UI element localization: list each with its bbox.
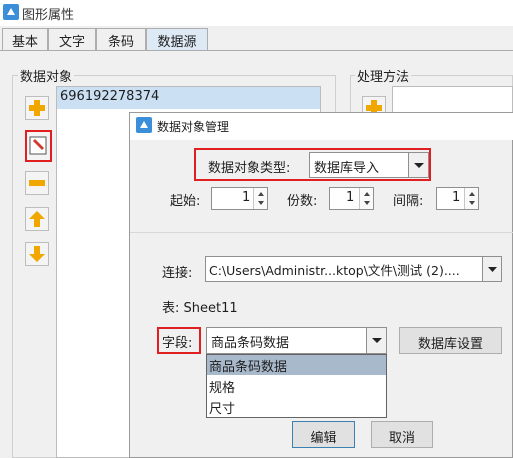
tab-text[interactable]: 文字 <box>48 28 96 50</box>
move-down-button[interactable] <box>25 242 49 266</box>
chevron-down-icon <box>488 267 497 272</box>
table-text: 表: Sheet11 <box>162 301 238 316</box>
tab-barcode[interactable]: 条码 <box>96 28 146 50</box>
dialog-separator <box>130 232 513 233</box>
spin-arrows-icon <box>258 192 264 205</box>
dialog-title: 数据对象管理 <box>157 120 230 134</box>
copies-spinner-arrows[interactable] <box>359 188 373 209</box>
edit-button[interactable]: 编辑 <box>292 421 355 448</box>
chevron-down-icon <box>372 338 382 343</box>
window-titlebar <box>0 0 513 26</box>
add-button[interactable] <box>25 96 49 120</box>
connection-label: 连接: <box>162 266 193 281</box>
edit-pencil-icon <box>29 136 47 155</box>
arrow-down-icon <box>29 246 45 262</box>
window-title: 图形属性 <box>22 8 75 23</box>
connection-value: C:\Users\Administr...ktop\文件\测试 (2).... <box>209 263 460 278</box>
data-object-group-label: 数据对象 <box>18 66 75 85</box>
interval-value: 1 <box>452 190 461 205</box>
spin-arrows-icon <box>469 192 475 205</box>
dialog-app-icon <box>136 117 152 133</box>
field-dropdown-button[interactable] <box>366 328 386 353</box>
db-settings-button[interactable]: 数据库设置 <box>399 327 502 354</box>
interval-label: 间隔: <box>393 194 424 209</box>
interval-spinner-arrows[interactable] <box>464 188 478 209</box>
type-select-value: 数据库导入 <box>314 161 380 176</box>
app-icon <box>3 4 19 20</box>
move-up-button[interactable] <box>25 207 49 231</box>
field-select-value: 商品条码数据 <box>211 336 290 351</box>
chevron-down-icon <box>414 163 424 168</box>
start-label: 起始: <box>170 194 201 209</box>
start-value: 1 <box>242 190 251 205</box>
plus-icon <box>29 100 45 116</box>
edit-object-button[interactable] <box>25 130 52 162</box>
copies-value: 1 <box>346 190 355 205</box>
cancel-button[interactable]: 取消 <box>371 421 433 448</box>
field-option[interactable]: 尺寸 <box>207 397 386 417</box>
arrow-up-icon <box>29 211 45 227</box>
copies-label: 份数: <box>287 194 318 209</box>
field-option[interactable]: 规格 <box>207 376 386 396</box>
field-label: 字段: <box>162 336 193 351</box>
list-item-label: 696192278374 <box>60 89 160 104</box>
type-dropdown-button[interactable] <box>408 153 428 177</box>
tab-divider <box>0 50 513 51</box>
processing-group-label: 处理方法 <box>355 66 412 85</box>
connection-dropdown-button[interactable] <box>482 257 501 281</box>
start-spinner-arrows[interactable] <box>253 188 267 209</box>
spin-arrows-icon <box>364 192 370 205</box>
tab-datasource[interactable]: 数据源 <box>146 28 208 51</box>
remove-button[interactable] <box>25 171 49 195</box>
type-label: 数据对象类型: <box>208 161 291 176</box>
field-option-selected[interactable]: 商品条码数据 <box>207 355 386 375</box>
tab-basic[interactable]: 基本 <box>2 28 48 50</box>
minus-icon <box>29 180 45 186</box>
